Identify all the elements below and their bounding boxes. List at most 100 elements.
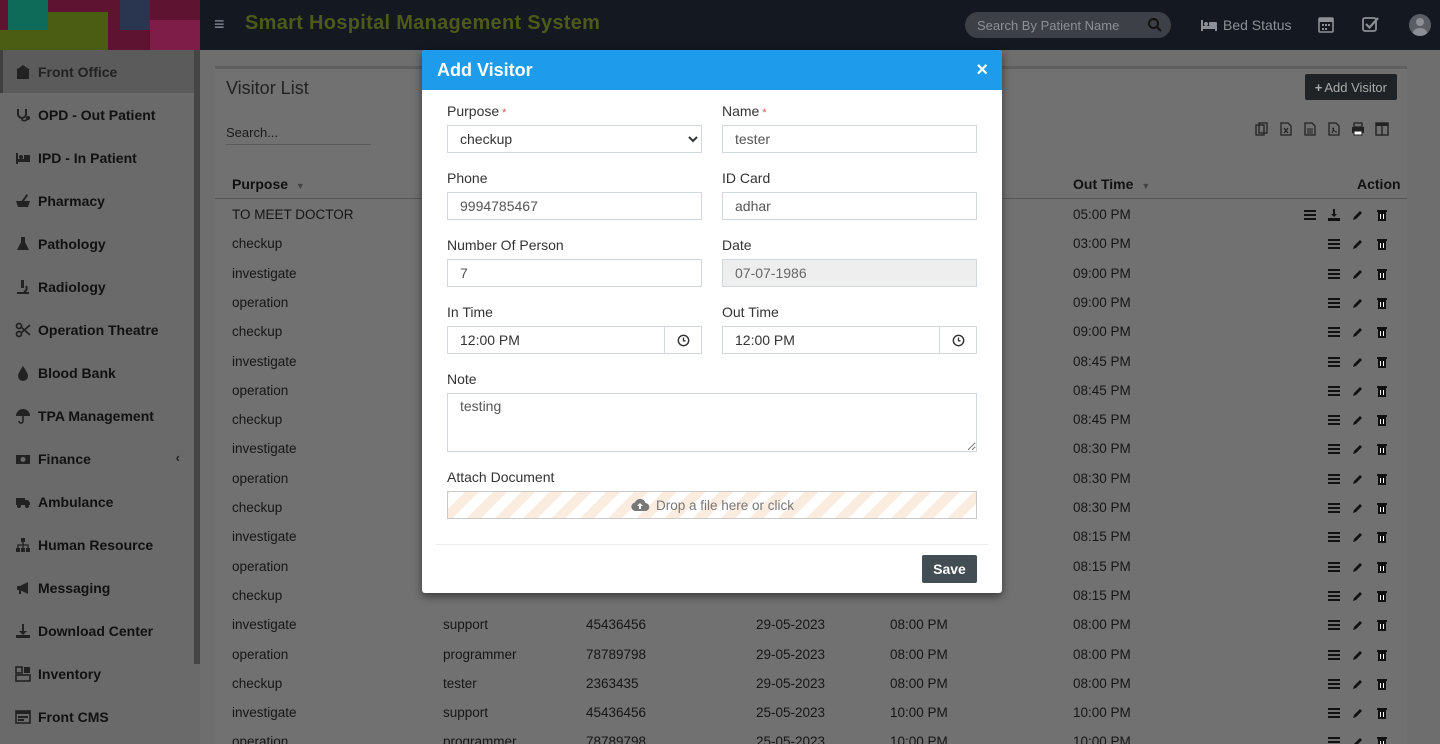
logo[interactable] [0,0,200,50]
pencil-icon[interactable] [1352,414,1364,426]
pencil-icon[interactable] [1352,678,1364,690]
task-check-icon[interactable] [1362,15,1382,35]
in-time-field[interactable] [448,327,665,353]
sidebar-item-opd-out-patient[interactable]: OPD - Out Patient [0,93,194,136]
trash-icon[interactable] [1376,268,1388,280]
trash-icon[interactable] [1376,356,1388,368]
sidebar-item-ipd-in-patient[interactable]: IPD - In Patient [0,136,194,179]
sidebar-item-messaging[interactable]: Messaging [0,566,194,609]
pencil-icon[interactable] [1352,209,1364,221]
list-icon[interactable] [1328,590,1340,602]
sidebar-item-operation-theatre[interactable]: Operation Theatre [0,308,194,351]
trash-icon[interactable] [1376,649,1388,661]
sidebar-item-finance[interactable]: Finance ‹ [0,437,194,480]
file-dropzone[interactable]: Drop a file here or click [447,491,977,519]
copy-icon[interactable] [1255,122,1271,138]
out-time-field[interactable] [723,327,940,353]
trash-icon[interactable] [1376,209,1388,221]
pencil-icon[interactable] [1352,707,1364,719]
pencil-icon[interactable] [1352,326,1364,338]
bed-status-link[interactable]: Bed Status [1200,16,1292,34]
list-icon[interactable] [1328,502,1340,514]
search-icon[interactable] [1147,17,1163,33]
pencil-icon[interactable] [1352,502,1364,514]
list-icon[interactable] [1304,209,1316,221]
sidebar-item-tpa-management[interactable]: TPA Management [0,394,194,437]
clock-icon[interactable] [939,327,976,353]
avatar[interactable] [1409,14,1431,36]
trash-icon[interactable] [1376,473,1388,485]
trash-icon[interactable] [1376,707,1388,720]
id-card-field[interactable] [722,192,977,220]
patient-search-input[interactable] [965,12,1135,38]
pencil-icon[interactable] [1352,531,1364,543]
excel-icon[interactable] [1279,122,1295,138]
download-icon[interactable] [1328,209,1340,221]
table-search-input[interactable] [226,121,371,145]
pencil-icon[interactable] [1352,561,1364,573]
trash-icon[interactable] [1376,326,1388,339]
sidebar-item-blood-bank[interactable]: Blood Bank [0,351,194,394]
sidebar-item-front-cms[interactable]: Front CMS [0,695,194,738]
list-icon[interactable] [1328,531,1340,543]
trash-icon[interactable] [1376,619,1388,632]
pencil-icon[interactable] [1352,619,1364,631]
phone-field[interactable] [447,192,702,220]
add-visitor-button[interactable]: + Add Visitor [1304,74,1397,100]
pencil-icon[interactable] [1352,590,1364,602]
column-header-purpose[interactable]: Purpose ▼ [232,176,305,192]
trash-icon[interactable] [1376,561,1388,573]
list-icon[interactable] [1328,385,1340,397]
save-button[interactable]: Save [922,555,977,583]
trash-icon[interactable] [1376,297,1388,309]
list-icon[interactable] [1328,443,1340,455]
name-field[interactable] [722,125,977,153]
clock-icon[interactable] [664,327,701,353]
sidebar-toggle-button[interactable]: ≡ [214,14,228,34]
number-of-person-field[interactable] [447,259,702,287]
trash-icon[interactable] [1376,414,1388,427]
list-icon[interactable] [1328,356,1340,368]
pencil-icon[interactable] [1352,443,1364,455]
list-icon[interactable] [1328,678,1340,690]
list-icon[interactable] [1328,736,1340,744]
trash-icon[interactable] [1376,502,1388,514]
trash-icon[interactable] [1376,238,1388,251]
list-icon[interactable] [1328,707,1340,719]
sidebar-item-human-resource[interactable]: Human Resource [0,523,194,566]
calendar-icon[interactable] [1318,15,1338,35]
pencil-icon[interactable] [1352,385,1364,397]
sidebar-item-ambulance[interactable]: Ambulance [0,480,194,523]
sidebar-item-inventory[interactable]: Inventory [0,652,194,695]
pencil-icon[interactable] [1352,473,1364,485]
trash-icon[interactable] [1376,385,1388,397]
list-icon[interactable] [1328,619,1340,631]
list-icon[interactable] [1328,414,1340,426]
pencil-icon[interactable] [1352,649,1364,661]
list-icon[interactable] [1328,649,1340,661]
column-header-out-time[interactable]: Out Time ▼ [1073,176,1150,192]
pencil-icon[interactable] [1352,736,1364,744]
sidebar-item-radiology[interactable]: Radiology [0,265,194,308]
list-icon[interactable] [1328,297,1340,309]
sidebar-item-pathology[interactable]: Pathology [0,222,194,265]
close-icon[interactable]: × [976,59,988,81]
pencil-icon[interactable] [1352,238,1364,250]
list-icon[interactable] [1328,268,1340,280]
columns-icon[interactable] [1375,122,1391,138]
purpose-select[interactable]: checkup [447,125,702,153]
sidebar-item-download-center[interactable]: Download Center [0,609,194,652]
trash-icon[interactable] [1376,531,1388,544]
trash-icon[interactable] [1376,678,1388,690]
list-icon[interactable] [1328,473,1340,485]
pencil-icon[interactable] [1352,297,1364,309]
date-field[interactable] [722,259,977,287]
trash-icon[interactable] [1376,736,1388,744]
pencil-icon[interactable] [1352,268,1364,280]
print-icon[interactable] [1351,122,1367,138]
trash-icon[interactable] [1376,443,1388,456]
list-icon[interactable] [1328,561,1340,573]
trash-icon[interactable] [1376,590,1388,602]
list-icon[interactable] [1328,238,1340,250]
pencil-icon[interactable] [1352,356,1364,368]
